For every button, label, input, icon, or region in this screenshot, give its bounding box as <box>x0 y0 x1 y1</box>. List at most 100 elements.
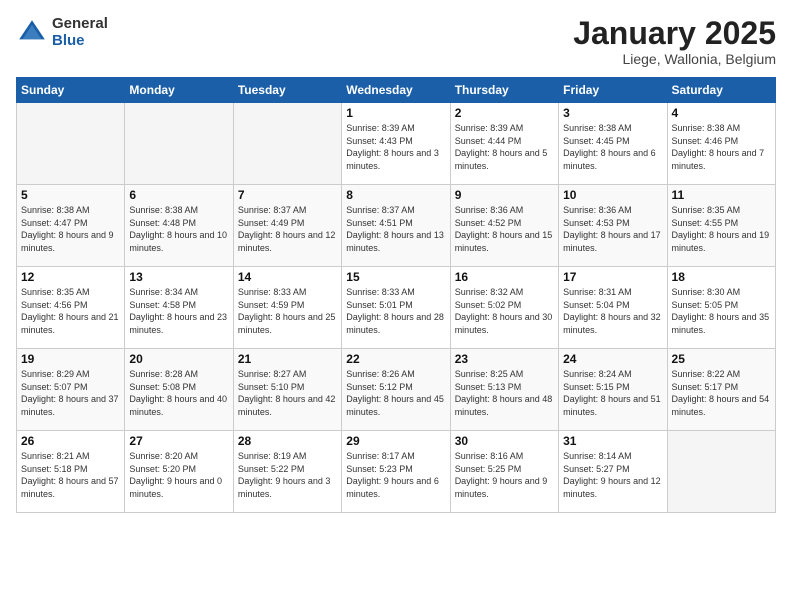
cell-2-1: 13Sunrise: 8:34 AMSunset: 4:58 PMDayligh… <box>125 267 233 349</box>
day-number: 18 <box>672 270 771 284</box>
cell-4-4: 30Sunrise: 8:16 AMSunset: 5:25 PMDayligh… <box>450 431 558 513</box>
daylight-text: Daylight: 8 hours and 15 minutes. <box>455 229 554 254</box>
daylight-text: Daylight: 8 hours and 17 minutes. <box>563 229 662 254</box>
daylight-text: Daylight: 9 hours and 6 minutes. <box>346 475 445 500</box>
daylight-text: Daylight: 8 hours and 12 minutes. <box>238 229 337 254</box>
location-subtitle: Liege, Wallonia, Belgium <box>573 51 776 67</box>
sunrise-text: Sunrise: 8:20 AM <box>129 450 228 463</box>
logo-icon <box>16 17 48 49</box>
day-number: 29 <box>346 434 445 448</box>
header-thursday: Thursday <box>450 78 558 103</box>
cell-3-6: 25Sunrise: 8:22 AMSunset: 5:17 PMDayligh… <box>667 349 775 431</box>
weekday-header-row: Sunday Monday Tuesday Wednesday Thursday… <box>17 78 776 103</box>
logo-blue-text: Blue <box>52 33 108 50</box>
daylight-text: Daylight: 8 hours and 25 minutes. <box>238 311 337 336</box>
cell-0-4: 2Sunrise: 8:39 AMSunset: 4:44 PMDaylight… <box>450 103 558 185</box>
day-info: Sunrise: 8:33 AMSunset: 5:01 PMDaylight:… <box>346 286 445 336</box>
day-info: Sunrise: 8:25 AMSunset: 5:13 PMDaylight:… <box>455 368 554 418</box>
day-info: Sunrise: 8:37 AMSunset: 4:49 PMDaylight:… <box>238 204 337 254</box>
sunrise-text: Sunrise: 8:27 AM <box>238 368 337 381</box>
week-row-3: 19Sunrise: 8:29 AMSunset: 5:07 PMDayligh… <box>17 349 776 431</box>
sunrise-text: Sunrise: 8:36 AM <box>455 204 554 217</box>
calendar-table: Sunday Monday Tuesday Wednesday Thursday… <box>16 77 776 513</box>
sunrise-text: Sunrise: 8:21 AM <box>21 450 120 463</box>
day-info: Sunrise: 8:14 AMSunset: 5:27 PMDaylight:… <box>563 450 662 500</box>
sunset-text: Sunset: 5:02 PM <box>455 299 554 312</box>
sunrise-text: Sunrise: 8:33 AM <box>238 286 337 299</box>
day-info: Sunrise: 8:39 AMSunset: 4:44 PMDaylight:… <box>455 122 554 172</box>
sunrise-text: Sunrise: 8:35 AM <box>21 286 120 299</box>
daylight-text: Daylight: 8 hours and 5 minutes. <box>455 147 554 172</box>
header-friday: Friday <box>559 78 667 103</box>
day-number: 12 <box>21 270 120 284</box>
cell-3-1: 20Sunrise: 8:28 AMSunset: 5:08 PMDayligh… <box>125 349 233 431</box>
daylight-text: Daylight: 8 hours and 28 minutes. <box>346 311 445 336</box>
sunset-text: Sunset: 5:25 PM <box>455 463 554 476</box>
sunrise-text: Sunrise: 8:37 AM <box>238 204 337 217</box>
cell-0-6: 4Sunrise: 8:38 AMSunset: 4:46 PMDaylight… <box>667 103 775 185</box>
sunset-text: Sunset: 4:47 PM <box>21 217 120 230</box>
cell-2-2: 14Sunrise: 8:33 AMSunset: 4:59 PMDayligh… <box>233 267 341 349</box>
day-info: Sunrise: 8:35 AMSunset: 4:55 PMDaylight:… <box>672 204 771 254</box>
daylight-text: Daylight: 8 hours and 57 minutes. <box>21 475 120 500</box>
sunrise-text: Sunrise: 8:29 AM <box>21 368 120 381</box>
daylight-text: Daylight: 8 hours and 3 minutes. <box>346 147 445 172</box>
daylight-text: Daylight: 8 hours and 30 minutes. <box>455 311 554 336</box>
sunrise-text: Sunrise: 8:38 AM <box>21 204 120 217</box>
sunset-text: Sunset: 4:56 PM <box>21 299 120 312</box>
sunset-text: Sunset: 5:10 PM <box>238 381 337 394</box>
sunset-text: Sunset: 4:49 PM <box>238 217 337 230</box>
cell-3-4: 23 Sunrise: 8:25 AMSunset: 5:13 PMDayligh… <box>450 349 558 431</box>
cell-0-3: 1 Sunrise: 8:39 AMSunset: 4:43 PMDaylight… <box>342 103 450 185</box>
sunset-text: Sunset: 5:05 PM <box>672 299 771 312</box>
daylight-text: Daylight: 8 hours and 9 minutes. <box>21 229 120 254</box>
cell-4-3: 29Sunrise: 8:17 AMSunset: 5:23 PMDayligh… <box>342 431 450 513</box>
cell-2-5: 17Sunrise: 8:31 AMSunset: 5:04 PMDayligh… <box>559 267 667 349</box>
sunrise-text: Sunrise: 8:26 AM <box>346 368 445 381</box>
logo: General Blue <box>16 16 108 49</box>
daylight-text: Daylight: 8 hours and 48 minutes. <box>455 393 554 418</box>
sunset-text: Sunset: 5:23 PM <box>346 463 445 476</box>
day-number: 9 <box>455 188 554 202</box>
sunset-text: Sunset: 5:18 PM <box>21 463 120 476</box>
sunrise-text: Sunrise: 8:22 AM <box>672 368 771 381</box>
daylight-text: Daylight: 8 hours and 13 minutes. <box>346 229 445 254</box>
sunset-text: Sunset: 4:51 PM <box>346 217 445 230</box>
sunrise-text: Sunrise: 8:37 AM <box>346 204 445 217</box>
cell-4-6 <box>667 431 775 513</box>
day-number: 1 <box>346 106 445 120</box>
day-info: Sunrise: 8:36 AMSunset: 4:53 PMDaylight:… <box>563 204 662 254</box>
day-number: 4 <box>672 106 771 120</box>
day-info: Sunrise: 8:38 AMSunset: 4:45 PMDaylight:… <box>563 122 662 172</box>
cell-4-0: 26Sunrise: 8:21 AMSunset: 5:18 PMDayligh… <box>17 431 125 513</box>
cell-0-0 <box>17 103 125 185</box>
day-number: 30 <box>455 434 554 448</box>
page: General Blue January 2025 Liege, Walloni… <box>0 0 792 612</box>
sunset-text: Sunset: 4:55 PM <box>672 217 771 230</box>
sunrise-text: Sunrise: 8:39 AM <box>346 122 445 135</box>
cell-1-5: 10Sunrise: 8:36 AMSunset: 4:53 PMDayligh… <box>559 185 667 267</box>
day-number: 16 <box>455 270 554 284</box>
sunset-text: Sunset: 4:53 PM <box>563 217 662 230</box>
cell-3-0: 19Sunrise: 8:29 AMSunset: 5:07 PMDayligh… <box>17 349 125 431</box>
cell-1-6: 11Sunrise: 8:35 AMSunset: 4:55 PMDayligh… <box>667 185 775 267</box>
sunset-text: Sunset: 4:43 PM <box>346 135 445 148</box>
sunrise-text: Sunrise: 8:16 AM <box>455 450 554 463</box>
sunset-text: Sunset: 4:46 PM <box>672 135 771 148</box>
day-info: Sunrise: 8:30 AMSunset: 5:05 PMDaylight:… <box>672 286 771 336</box>
cell-2-4: 16Sunrise: 8:32 AMSunset: 5:02 PMDayligh… <box>450 267 558 349</box>
sunset-text: Sunset: 5:20 PM <box>129 463 228 476</box>
cell-3-5: 24Sunrise: 8:24 AMSunset: 5:15 PMDayligh… <box>559 349 667 431</box>
sunrise-text: Sunrise: 8:36 AM <box>563 204 662 217</box>
sunset-text: Sunset: 5:12 PM <box>346 381 445 394</box>
sunrise-text: Sunrise: 8:31 AM <box>563 286 662 299</box>
day-number: 23 <box>455 352 554 366</box>
day-number: 24 <box>563 352 662 366</box>
header-monday: Monday <box>125 78 233 103</box>
daylight-text: Daylight: 8 hours and 37 minutes. <box>21 393 120 418</box>
daylight-text: Daylight: 8 hours and 54 minutes. <box>672 393 771 418</box>
week-row-0: 1Sunrise: 8:39 AMSunset: 4:43 PMDaylight… <box>17 103 776 185</box>
cell-2-0: 12Sunrise: 8:35 AMSunset: 4:56 PMDayligh… <box>17 267 125 349</box>
header-sunday: Sunday <box>17 78 125 103</box>
sunrise-text: Sunrise: 8:25 AM <box>455 368 554 381</box>
